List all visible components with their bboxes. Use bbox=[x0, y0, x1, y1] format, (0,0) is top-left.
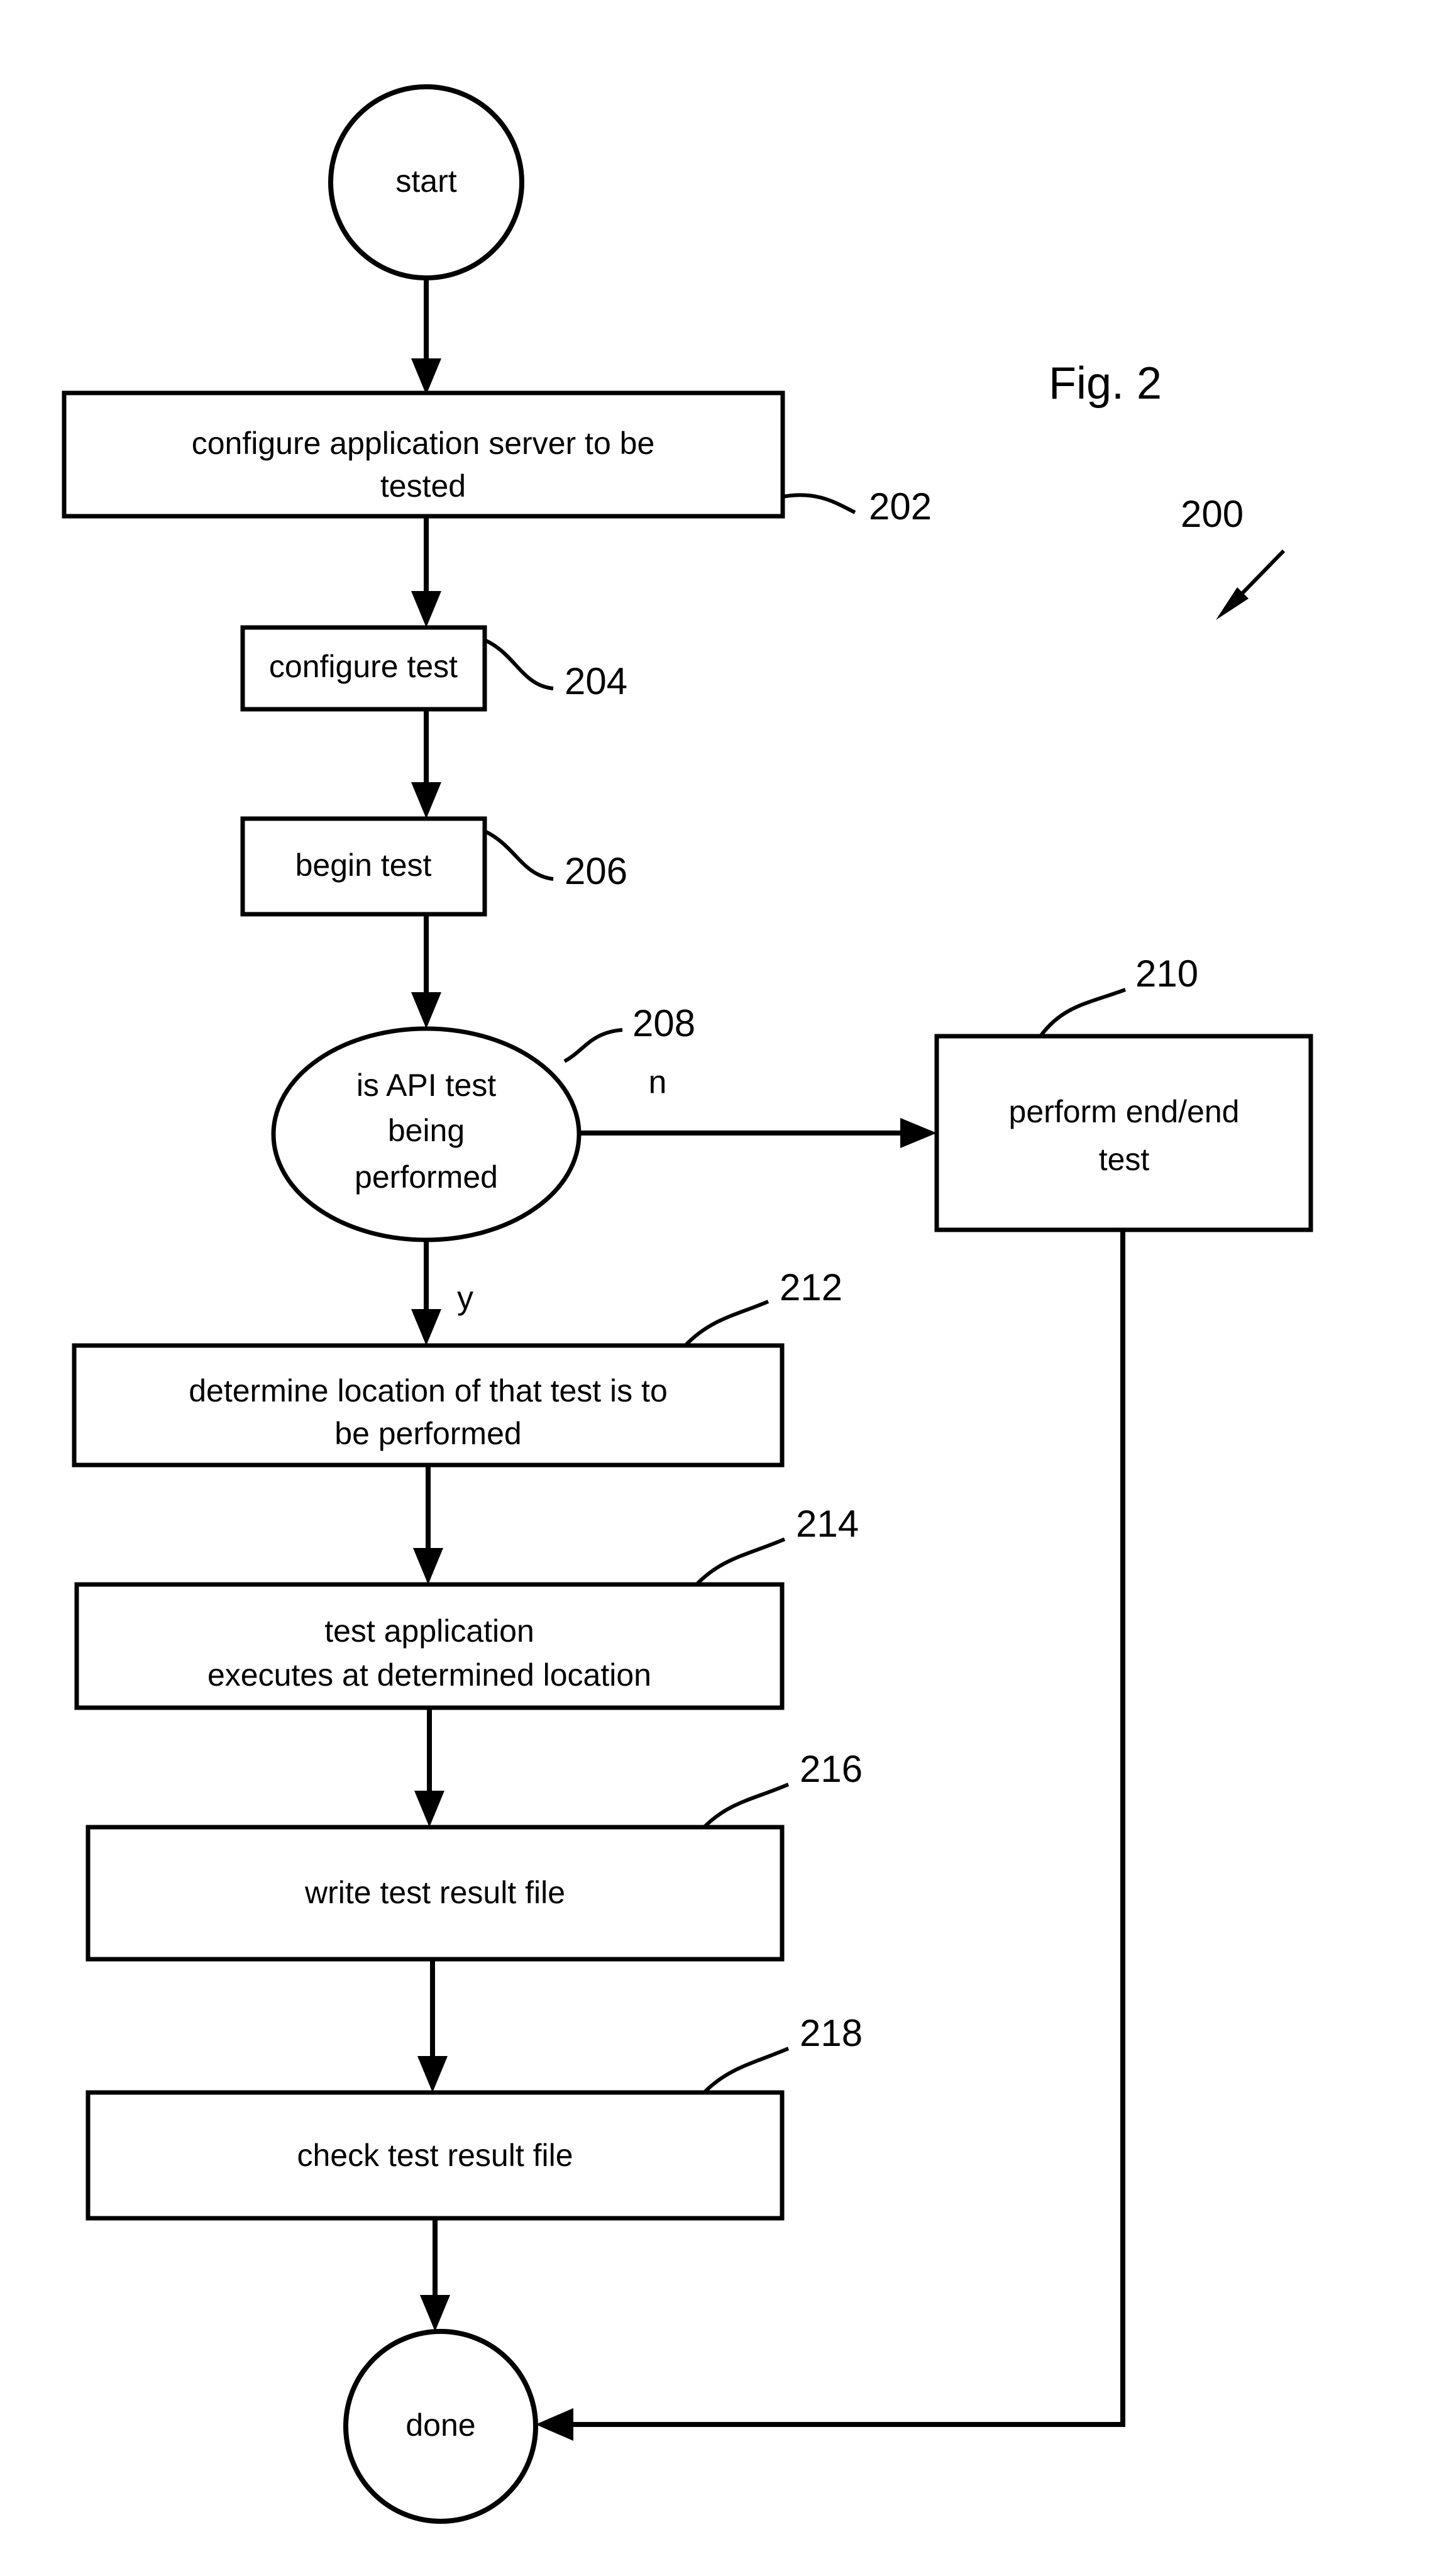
connector-start-to-202 bbox=[411, 278, 441, 395]
determine-location-label-line2: be performed bbox=[334, 1416, 521, 1451]
ref-label-212: 212 bbox=[780, 1266, 842, 1308]
ref-208-leader: 208 bbox=[563, 1002, 695, 1063]
ref-206-leader: 206 bbox=[483, 829, 627, 892]
connector-208-to-212-yes: y bbox=[411, 1240, 473, 1346]
ref-216-leader: 216 bbox=[702, 1748, 863, 1829]
ref-212-leader: 212 bbox=[683, 1266, 842, 1347]
node-start: start bbox=[328, 84, 524, 280]
node-begin-test: begin test bbox=[240, 816, 487, 917]
configure-test-label: configure test bbox=[269, 649, 458, 684]
connector-204-to-206 bbox=[411, 709, 441, 819]
ref-label-214: 214 bbox=[796, 1503, 859, 1545]
ref-label-202: 202 bbox=[869, 485, 932, 528]
node-test-executes: test application executes at determined … bbox=[74, 1582, 785, 1710]
ref-label-210: 210 bbox=[1135, 953, 1198, 995]
perform-end-end-label-line1: perform end/end bbox=[1009, 1094, 1240, 1129]
determine-location-label-line1: determine location of that test is to bbox=[189, 1373, 668, 1408]
branch-label-yes: y bbox=[457, 1280, 473, 1317]
connector-212-to-214 bbox=[413, 1465, 443, 1584]
test-executes-label-line1: test application bbox=[324, 1613, 534, 1649]
figure-caption: Fig. 2 bbox=[1049, 358, 1162, 409]
test-executes-label-line2: executes at determined location bbox=[207, 1657, 651, 1693]
ref-218-leader: 218 bbox=[702, 2012, 863, 2094]
ref-214-leader: 214 bbox=[695, 1503, 859, 1586]
node-determine-location: determine location of that test is to be… bbox=[72, 1343, 785, 1468]
done-label: done bbox=[405, 2407, 475, 2443]
connector-214-to-216 bbox=[414, 1708, 444, 1827]
write-result-label: write test result file bbox=[304, 1875, 565, 1910]
connector-206-to-208 bbox=[411, 914, 441, 1029]
decision-api-label-line3: performed bbox=[355, 1159, 498, 1195]
ref-label-204: 204 bbox=[565, 660, 627, 702]
ref-204-leader: 204 bbox=[483, 638, 627, 702]
ref-label-208: 208 bbox=[632, 1002, 695, 1044]
node-configure-server: configure application server to be teste… bbox=[62, 390, 785, 519]
diagram-ref-200-leader bbox=[1216, 549, 1286, 620]
connector-216-to-218 bbox=[417, 1959, 448, 2092]
node-write-result: write test result file bbox=[85, 1825, 785, 1962]
decision-api-label-line2: being bbox=[388, 1113, 465, 1148]
ref-210-leader: 210 bbox=[1039, 953, 1198, 1037]
perform-end-end-label-line2: test bbox=[1099, 1142, 1150, 1177]
branch-label-no: n bbox=[649, 1064, 667, 1101]
connector-202-to-204 bbox=[411, 516, 441, 627]
node-done: done bbox=[343, 2329, 538, 2524]
configure-server-label-line1: configure application server to be bbox=[192, 426, 655, 461]
perform-end-end-box bbox=[934, 1034, 1313, 1232]
ref-202-leader: 202 bbox=[782, 485, 932, 528]
configure-server-label-line2: tested bbox=[380, 468, 466, 504]
connector-208-to-210-no: n bbox=[579, 1064, 937, 1148]
patent-figure: Fig. 2 200 start configure application s… bbox=[0, 0, 1434, 2576]
node-decision-api: is API test being performed bbox=[271, 1026, 582, 1242]
ref-label-206: 206 bbox=[565, 850, 627, 892]
begin-test-label: begin test bbox=[295, 848, 432, 883]
flowchart-diagram: Fig. 2 200 start configure application s… bbox=[62, 84, 1313, 2524]
node-perform-end-end: perform end/end test bbox=[934, 1034, 1313, 1232]
diagram-ref-200: 200 bbox=[1181, 493, 1244, 535]
connector-218-to-done bbox=[420, 2218, 450, 2331]
node-check-result: check test result file bbox=[85, 2090, 785, 2221]
ref-label-218: 218 bbox=[800, 2012, 863, 2054]
node-configure-test: configure test bbox=[240, 625, 487, 712]
start-label: start bbox=[395, 163, 456, 199]
check-result-label: check test result file bbox=[297, 2138, 573, 2173]
ref-label-216: 216 bbox=[800, 1748, 863, 1790]
decision-api-label-line1: is API test bbox=[356, 1068, 496, 1103]
